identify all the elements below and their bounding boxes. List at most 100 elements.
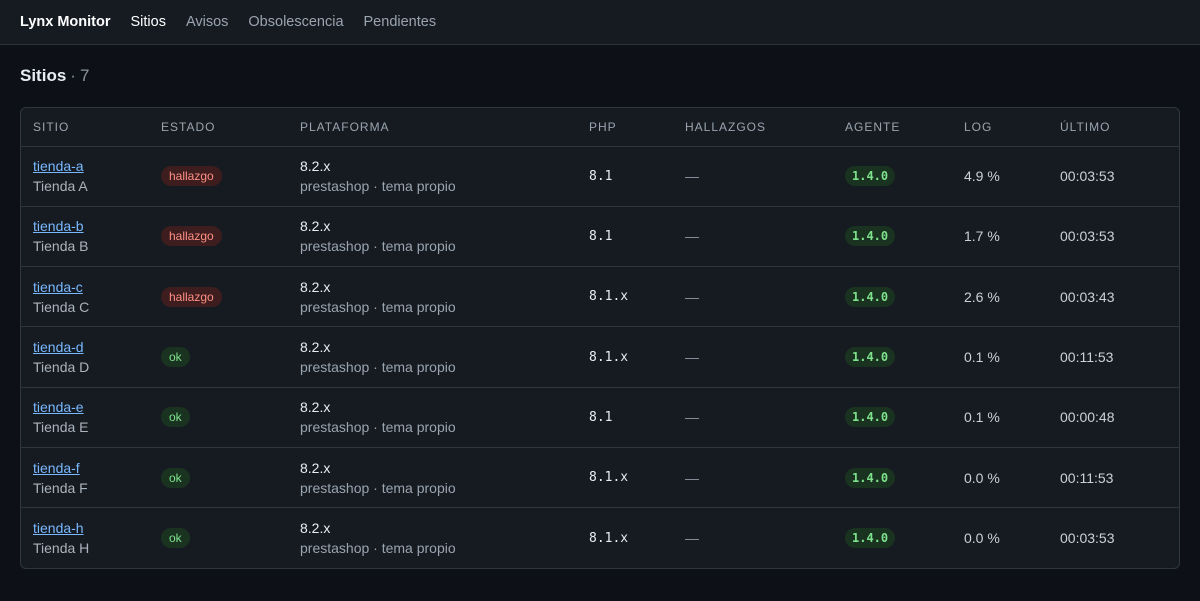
agent-version-badge: 1.4.0 xyxy=(845,226,896,247)
cell-sitio: tienda-e Tienda E xyxy=(21,387,149,448)
site-count: 7 xyxy=(79,66,90,85)
cell-estado: ok xyxy=(149,326,288,388)
cell-agente: 1.4.0 xyxy=(833,146,952,207)
col-header-hallazgos[interactable]: HALLAZGOS xyxy=(673,108,833,147)
cell-ultimo: 00:03:43 xyxy=(1048,266,1179,328)
cell-log: 4.9 % xyxy=(952,146,1048,207)
cell-estado: ok xyxy=(149,447,288,509)
site-name: Tienda A xyxy=(33,178,88,195)
platform-version: 8.2.x xyxy=(300,158,331,175)
col-header-ultimo[interactable]: ÚLTIMO xyxy=(1048,108,1179,147)
table-row: tienda-e Tienda E ok 8.2.x prestashop · te… xyxy=(21,387,1179,448)
cell-agente: 1.4.0 xyxy=(833,206,952,268)
platform-description: prestashop · tema propio xyxy=(300,238,456,255)
site-name: Tienda D xyxy=(33,359,90,376)
status-badge: ok xyxy=(161,347,190,368)
nav-obsolescencia[interactable]: Obsolescencia xyxy=(248,14,343,30)
status-badge: ok xyxy=(161,528,190,549)
site-link[interactable]: tienda-c xyxy=(33,277,137,297)
table-row: tienda-c Tienda C hallazgo 8.2.x prestasho… xyxy=(21,266,1179,328)
cell-estado: ok xyxy=(149,387,288,448)
cell-php: 8.1 xyxy=(577,387,673,448)
cell-sitio: tienda-a Tienda A xyxy=(21,146,149,207)
site-link[interactable]: tienda-h xyxy=(33,518,137,538)
cell-log: 1.7 % xyxy=(952,206,1048,268)
agent-version-badge: 1.4.0 xyxy=(845,467,896,488)
platform-version: 8.2.x xyxy=(300,459,331,476)
table-row: tienda-d Tienda D ok 8.2.x prestashop · te… xyxy=(21,326,1179,388)
nav-avisos[interactable]: Avisos xyxy=(186,14,228,30)
agent-version-badge: 1.4.0 xyxy=(845,286,896,307)
agent-version-badge: 1.4.0 xyxy=(845,347,896,368)
cell-agente: 1.4.0 xyxy=(833,387,952,448)
cell-hallazgos: — xyxy=(673,266,833,328)
cell-sitio: tienda-b Tienda B xyxy=(21,206,149,268)
agent-version-badge: 1.4.0 xyxy=(845,407,896,428)
cell-sitio: tienda-f Tienda F xyxy=(21,447,149,509)
platform-version: 8.2.x xyxy=(300,218,331,235)
cell-php: 8.1 xyxy=(577,146,673,207)
col-header-agente[interactable]: AGENTE xyxy=(833,108,952,147)
col-header-plataforma[interactable]: PLATAFORMA xyxy=(288,108,577,147)
cell-hallazgos: — xyxy=(673,447,833,509)
sites-table-container: SITIO ESTADO PLATAFORMA PHP HALLAZGOS AG… xyxy=(20,107,1180,570)
table-row: tienda-h Tienda H ok 8.2.x prestashop · te… xyxy=(21,508,1179,568)
col-header-log[interactable]: LOG xyxy=(952,108,1048,147)
cell-sitio: tienda-h Tienda H xyxy=(21,508,149,568)
cell-plataforma: 8.2.x prestashop · tema propio xyxy=(288,447,577,509)
status-badge: ok xyxy=(161,467,190,488)
cell-estado: hallazgo xyxy=(149,266,288,328)
site-name: Tienda F xyxy=(33,479,88,496)
cell-plataforma: 8.2.x prestashop · tema propio xyxy=(288,326,577,388)
site-link[interactable]: tienda-e xyxy=(33,397,137,417)
nav-sitios[interactable]: Sitios xyxy=(130,14,165,30)
cell-php: 8.1.x xyxy=(577,447,673,509)
cell-log: 0.1 % xyxy=(952,326,1048,388)
brand-logo[interactable]: Lynx Monitor xyxy=(20,14,110,30)
cell-estado: hallazgo xyxy=(149,206,288,268)
cell-hallazgos: — xyxy=(685,530,699,547)
platform-description: prestashop · tema propio xyxy=(300,359,456,376)
site-link[interactable]: tienda-b xyxy=(33,216,137,236)
cell-sitio: tienda-d Tienda D xyxy=(21,326,149,388)
cell-php: 8.1.x xyxy=(577,326,673,388)
table-row: tienda-b Tienda B hallazgo 8.2.x prestasho… xyxy=(21,206,1179,268)
platform-version: 8.2.x xyxy=(300,399,331,416)
table-row: tienda-f Tienda F ok 8.2.x prestashop · te… xyxy=(21,447,1179,509)
col-header-estado[interactable]: ESTADO xyxy=(149,108,288,147)
cell-agente: 1.4.0 xyxy=(833,326,952,388)
cell-ultimo: 00:03:53 xyxy=(1048,146,1179,207)
status-badge: hallazgo xyxy=(161,166,222,187)
top-nav: Lynx Monitor Sitios Avisos Obsolescencia… xyxy=(0,0,1200,45)
cell-log: 0.0 % xyxy=(964,530,1000,547)
cell-agente: 1.4.0 xyxy=(833,508,952,568)
table-header-row: SITIO ESTADO PLATAFORMA PHP HALLAZGOS AG… xyxy=(21,108,1179,147)
nav-pendientes[interactable]: Pendientes xyxy=(364,14,437,30)
agent-version-badge: 1.4.0 xyxy=(845,528,896,549)
platform-version: 8.2.x xyxy=(300,520,331,537)
platform-version: 8.2.x xyxy=(300,339,331,356)
cell-ultimo: 00:11:53 xyxy=(1048,447,1179,509)
platform-description: prestashop · tema propio xyxy=(300,298,456,315)
status-badge: hallazgo xyxy=(161,286,222,307)
cell-php: 8.1 xyxy=(577,206,673,268)
sites-table: SITIO ESTADO PLATAFORMA PHP HALLAZGOS AG… xyxy=(21,108,1179,568)
platform-version: 8.2.x xyxy=(300,278,331,295)
col-header-sitio[interactable]: SITIO xyxy=(21,108,149,147)
site-link[interactable]: tienda-d xyxy=(33,337,137,357)
platform-description: prestashop · tema propio xyxy=(300,540,456,557)
site-link[interactable]: tienda-a xyxy=(33,156,137,176)
cell-plataforma: 8.2.x prestashop · tema propio xyxy=(288,206,577,268)
status-badge: ok xyxy=(161,407,190,428)
cell-log: 0.1 % xyxy=(952,387,1048,448)
col-header-php[interactable]: PHP xyxy=(577,108,673,147)
site-link[interactable]: tienda-f xyxy=(33,458,137,478)
status-badge: hallazgo xyxy=(161,226,222,247)
cell-sitio: tienda-c Tienda C xyxy=(21,266,149,328)
site-name: Tienda E xyxy=(33,419,89,436)
cell-estado: hallazgo xyxy=(149,146,288,207)
cell-plataforma: 8.2.x prestashop · tema propio xyxy=(288,266,577,328)
platform-description: prestashop · tema propio xyxy=(300,479,456,496)
cell-plataforma: 8.2.x prestashop · tema propio xyxy=(288,146,577,207)
cell-php: 8.1.x xyxy=(589,530,629,546)
